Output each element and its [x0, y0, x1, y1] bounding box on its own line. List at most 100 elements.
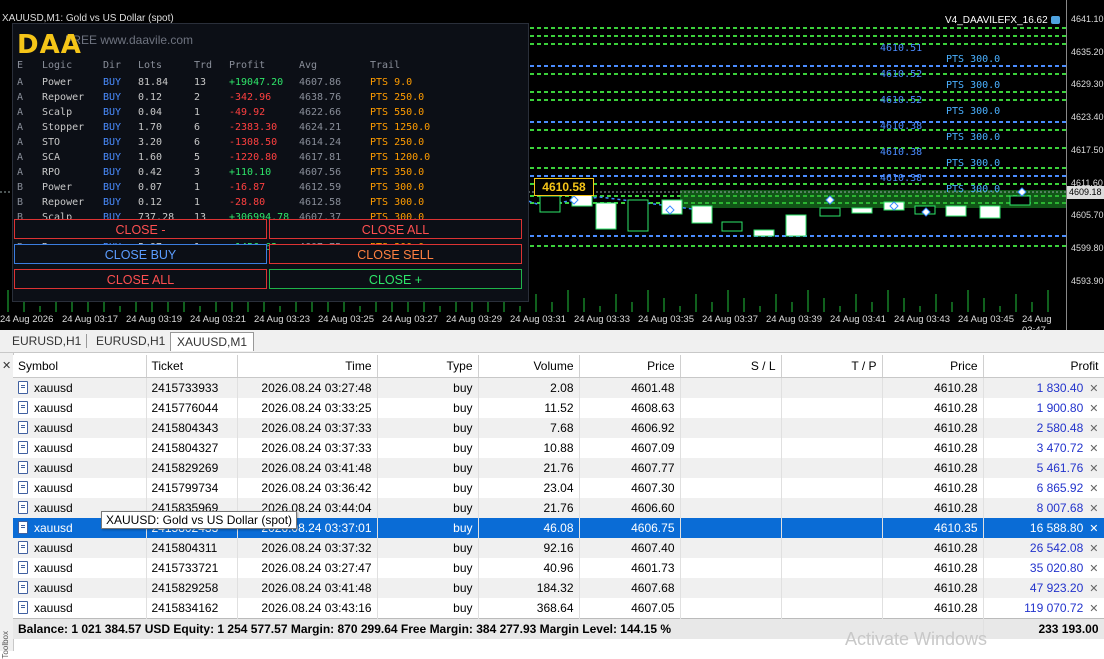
- close-all-top-button[interactable]: CLOSE ALL: [269, 219, 522, 239]
- cell-tp: [781, 518, 883, 538]
- time-tick: 24 Aug 03:19: [126, 314, 182, 325]
- close-position-icon[interactable]: ✕: [1089, 383, 1098, 395]
- panel-cell-trail: PTS 550.0: [370, 107, 425, 118]
- cell-volume: 21.76: [478, 498, 580, 518]
- panel-cell-profit: +110.10: [229, 167, 272, 178]
- close-position-icon[interactable]: ✕: [1089, 603, 1098, 615]
- table-row[interactable]: xauusd 2415804327 2026.08.24 03:37:33 buy 10…: [13, 438, 1104, 458]
- table-row[interactable]: xauusd 2415804311 2026.08.24 03:37:32 buy 92…: [13, 538, 1104, 558]
- time-tick: 24 Aug 03:43: [894, 314, 950, 325]
- cell-time: 2026.08.24 03:27:47: [237, 558, 378, 578]
- close-icon[interactable]: ✕: [2, 359, 11, 372]
- time-scale[interactable]: 24 Aug 2026 24 Aug 03:17 24 Aug 03:19 24 Au…: [0, 312, 1066, 330]
- panel-cell-trd: 3: [194, 167, 201, 178]
- cell-cur: 4610.28: [882, 438, 984, 458]
- table-row[interactable]: xauusd 2415776044 2026.08.24 03:33:25 buy 11…: [13, 398, 1104, 418]
- cell-ticket: 2415776044: [146, 398, 238, 418]
- table-row[interactable]: xauusd 2415804343 2026.08.24 03:37:33 buy 7.…: [13, 418, 1104, 438]
- price-tick: 4599.80: [1071, 242, 1104, 253]
- close-position-icon[interactable]: ✕: [1089, 483, 1098, 495]
- close-buy-button[interactable]: CLOSE BUY: [14, 244, 267, 264]
- price-tick: 4629.30: [1071, 79, 1104, 90]
- cell-cur: 4610.28: [882, 458, 984, 478]
- table-row[interactable]: xauusd 2415829258 2026.08.24 03:41:48 buy 18…: [13, 578, 1104, 598]
- cell-type: buy: [377, 458, 479, 478]
- time-tick: 24 Aug 2026: [0, 314, 54, 325]
- candlestick: [851, 207, 873, 214]
- panel-cell-lots: 1.70: [138, 122, 163, 133]
- cell-type: buy: [377, 418, 479, 438]
- panel-cell-trail: PTS 250.0: [370, 92, 425, 103]
- close-position-icon[interactable]: ✕: [1089, 523, 1098, 535]
- col-ticket[interactable]: Ticket: [146, 355, 238, 378]
- panel-cell-avg: 4617.81: [299, 152, 342, 163]
- expert-advisor-icon[interactable]: [1051, 16, 1060, 24]
- col-volume[interactable]: Volume: [478, 355, 580, 378]
- price-band: [680, 190, 1066, 208]
- close-all-button[interactable]: CLOSE ALL: [14, 269, 267, 289]
- symbol-text: xauusd: [34, 421, 73, 435]
- chart-window[interactable]: XAUUSD,M1: Gold vs US Dollar (spot) V4_D…: [0, 0, 1104, 330]
- panel-row: A STO BUY 3.20 6 -1308.50 4614.24 PTS 250.0: [17, 137, 522, 152]
- close-plus-button[interactable]: CLOSE +: [269, 269, 522, 289]
- cell-tp: [781, 458, 883, 478]
- table-row[interactable]: xauusd 2415799734 2026.08.24 03:36:42 buy 23…: [13, 478, 1104, 498]
- table-row[interactable]: xauusd 2415834162 2026.08.24 03:43:16 buy 36…: [13, 598, 1104, 619]
- cell-sl: [680, 478, 782, 498]
- cell-cur: 4610.28: [882, 598, 984, 619]
- panel-cell-logic: SCA: [42, 152, 61, 163]
- col-time[interactable]: Time: [237, 355, 378, 378]
- current-price-label: 4609.18: [1067, 186, 1104, 199]
- cell-type: buy: [377, 377, 479, 398]
- cell-ticket: 2415804311: [146, 538, 238, 558]
- col-tp[interactable]: T / P: [781, 355, 883, 378]
- col-price[interactable]: Price: [579, 355, 681, 378]
- col-symbol[interactable]: Symbol: [13, 355, 147, 378]
- candlestick: [721, 221, 743, 232]
- close-position-icon[interactable]: ✕: [1089, 423, 1098, 435]
- tab-eurusd-h1-a[interactable]: EURUSD,H1: [6, 332, 87, 350]
- col-sl[interactable]: S / L: [680, 355, 782, 378]
- close-position-icon[interactable]: ✕: [1089, 543, 1098, 555]
- cell-volume: 40.96: [478, 558, 580, 578]
- close-minus-button[interactable]: CLOSE -: [14, 219, 267, 239]
- cell-sl: [680, 498, 782, 518]
- cell-symbol: xauusd: [13, 398, 147, 418]
- cell-cur: 4610.28: [882, 418, 984, 438]
- cell-type: buy: [377, 518, 479, 538]
- cell-cur: 4610.28: [882, 377, 984, 398]
- cell-time: 2026.08.24 03:36:42: [237, 478, 378, 498]
- panel-cell-logic: Power: [42, 77, 73, 88]
- tab-xauusd-m1[interactable]: XAUUSD,M1: [170, 332, 255, 351]
- close-position-icon[interactable]: ✕: [1089, 583, 1098, 595]
- panel-header-row: E Logic Dir Lots Trd Profit Avg Trail: [17, 60, 522, 75]
- close-position-icon[interactable]: ✕: [1089, 563, 1098, 575]
- table-row[interactable]: xauusd 2415733721 2026.08.24 03:27:47 buy 40…: [13, 558, 1104, 578]
- tab-eurusd-h1-b[interactable]: EURUSD,H1: [90, 332, 171, 350]
- cell-sl: [680, 398, 782, 418]
- panel-cell-trd: 1: [194, 182, 201, 193]
- col-profit[interactable]: Profit: [983, 355, 1104, 378]
- close-position-icon[interactable]: ✕: [1089, 503, 1098, 515]
- cell-time: 2026.08.24 03:43:16: [237, 598, 378, 619]
- profit-text: 1 830.40: [1036, 381, 1084, 395]
- price-scale[interactable]: 4641.10 4635.20 4629.30 4623.40 4617.50 4611.…: [1066, 0, 1104, 330]
- cell-price: 4607.77: [579, 458, 681, 478]
- price-box: 4610.58: [534, 178, 594, 196]
- symbol-text: xauusd: [34, 481, 73, 495]
- close-position-icon[interactable]: ✕: [1089, 403, 1098, 415]
- table-row[interactable]: xauusd 2415829269 2026.08.24 03:41:48 buy 21…: [13, 458, 1104, 478]
- cell-cur: 4610.28: [882, 578, 984, 598]
- symbol-text: xauusd: [34, 601, 73, 615]
- cell-tp: [781, 558, 883, 578]
- hdr-avg: Avg: [299, 60, 318, 71]
- close-position-icon[interactable]: ✕: [1089, 463, 1098, 475]
- close-position-icon[interactable]: ✕: [1089, 443, 1098, 455]
- close-sell-button[interactable]: CLOSE SELL: [269, 244, 522, 264]
- table-row[interactable]: xauusd 2415733933 2026.08.24 03:27:48 buy 2.…: [13, 377, 1104, 398]
- cell-type: buy: [377, 558, 479, 578]
- col-type[interactable]: Type: [377, 355, 479, 378]
- time-tick: 24 Aug 03:25: [318, 314, 374, 325]
- cell-time: 2026.08.24 03:41:48: [237, 578, 378, 598]
- col-current-price[interactable]: Price: [882, 355, 984, 378]
